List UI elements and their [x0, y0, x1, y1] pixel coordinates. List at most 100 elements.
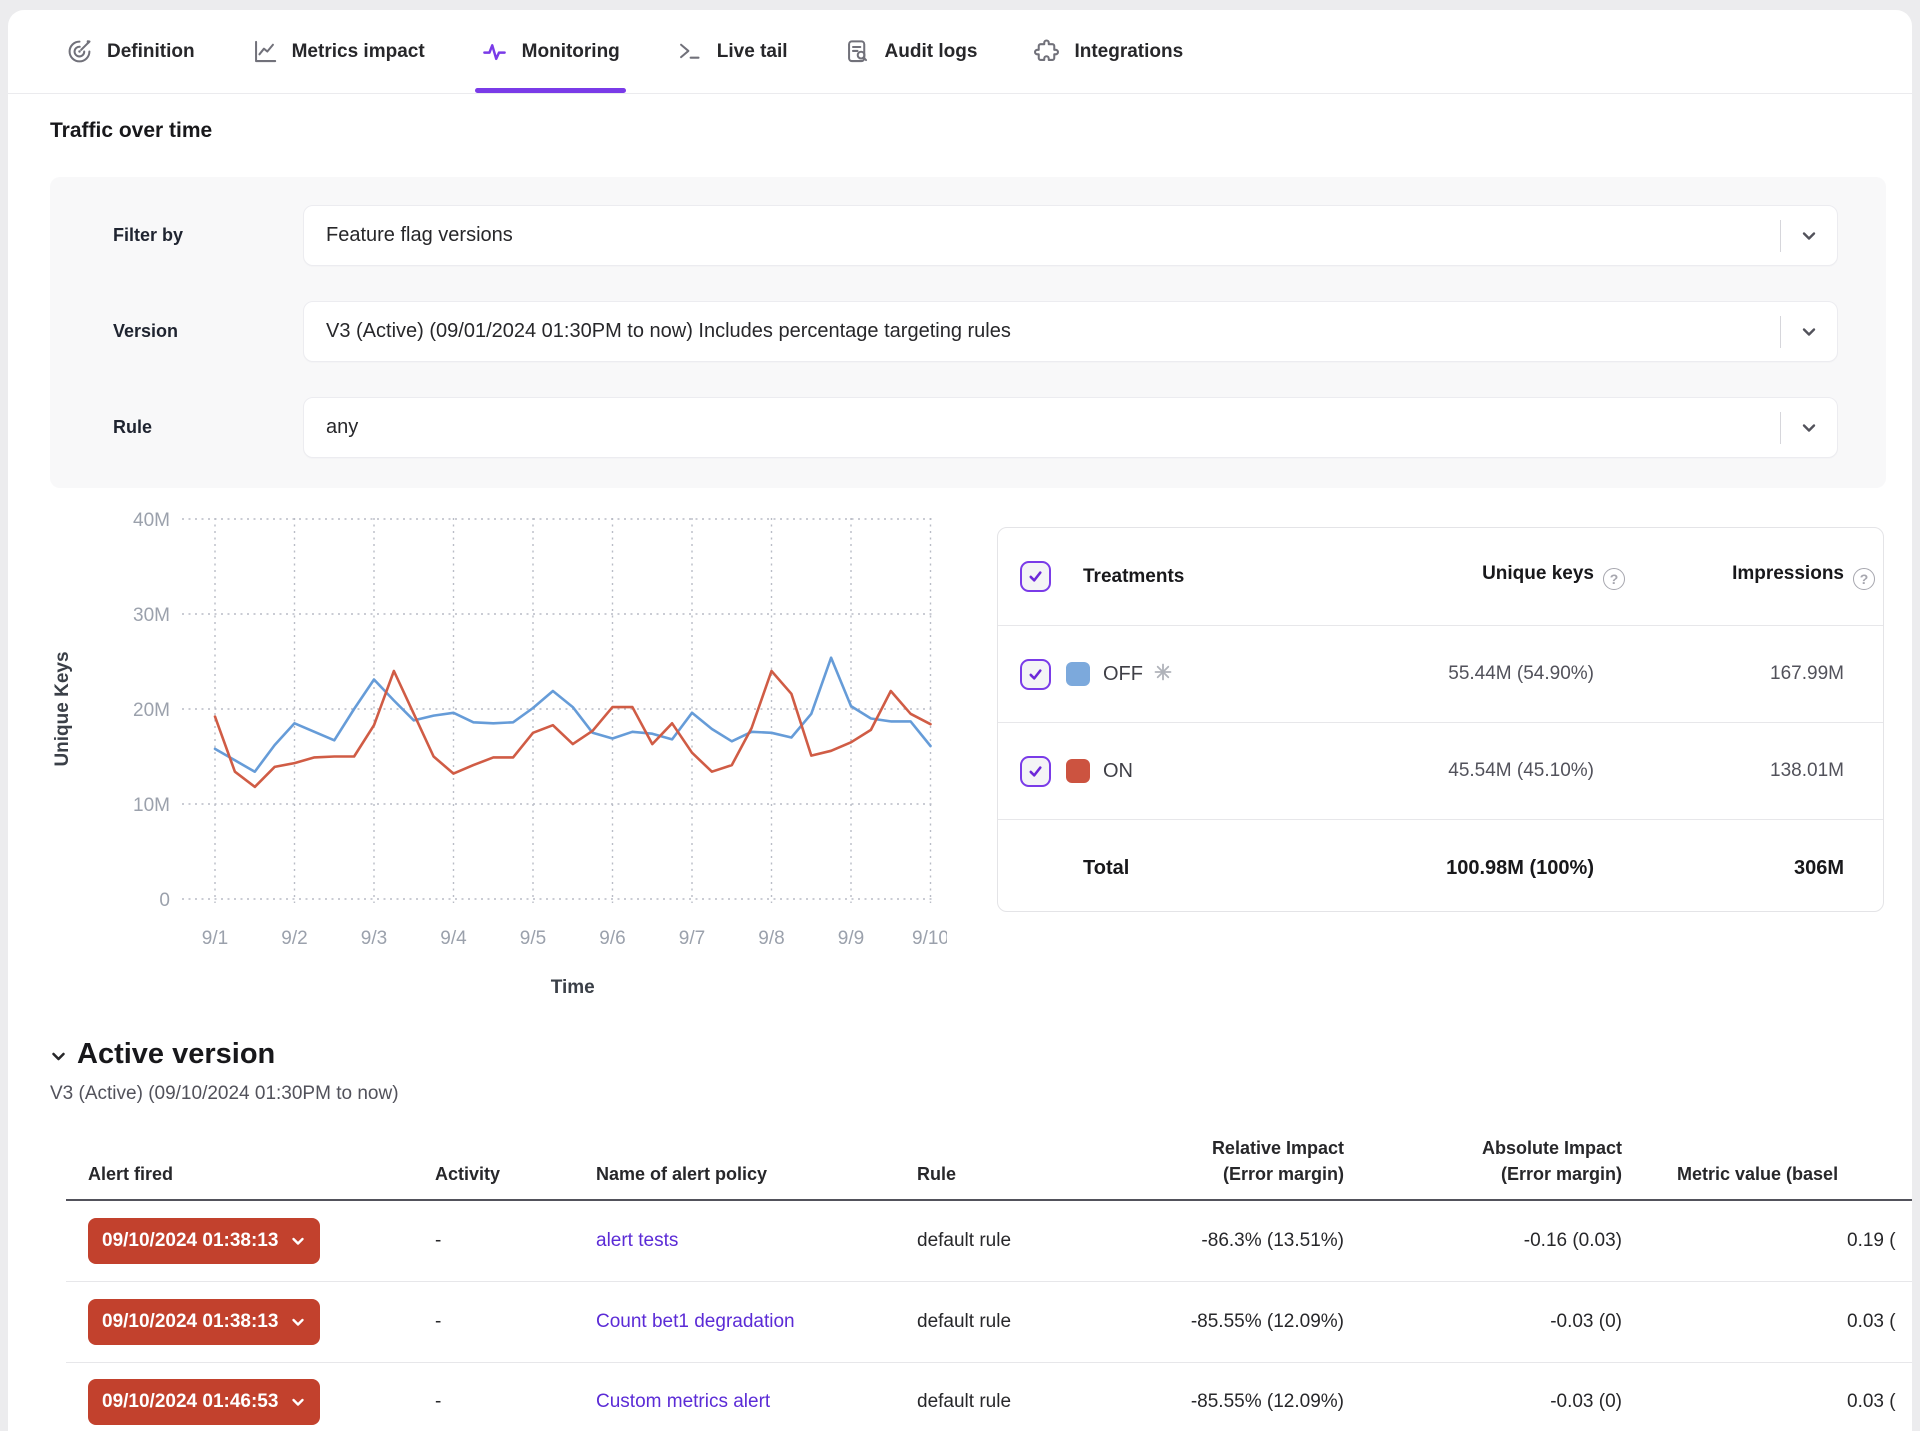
absolute-impact-cell: -0.03 (0) — [1344, 1311, 1622, 1333]
check-icon — [1026, 762, 1045, 781]
alert-row: 09/10/2024 01:46:53 - Custom metrics ale… — [66, 1363, 1912, 1431]
svg-text:20M: 20M — [133, 700, 170, 721]
rule-dropdown[interactable]: any — [303, 397, 1838, 458]
svg-text:0: 0 — [159, 890, 170, 911]
help-icon[interactable]: ? — [1603, 568, 1625, 590]
metric-value-cell: 0.19 ( — [1622, 1230, 1912, 1252]
tab-audit-logs[interactable]: Audit logs — [844, 10, 978, 93]
active-version-section: Active version V3 (Active) (09/10/2024 0… — [50, 1038, 1886, 1105]
check-icon — [1026, 665, 1045, 684]
relative-impact-cell: -85.55% (12.09%) — [1107, 1391, 1344, 1413]
metric-value-cell: 0.03 ( — [1622, 1391, 1912, 1413]
filter-by-value: Feature flag versions — [304, 224, 1780, 247]
impressions-column-header: Impressions — [1732, 563, 1844, 584]
rule-value: any — [304, 416, 1780, 439]
svg-text:9/2: 9/2 — [281, 928, 307, 949]
treatment-name: OFF — [1103, 663, 1143, 686]
chart-trend-icon — [251, 38, 278, 65]
total-label: Total — [1083, 857, 1129, 880]
active-version-toggle[interactable]: Active version — [50, 1038, 1886, 1071]
total-unique-keys: 100.98M (100%) — [1446, 857, 1594, 880]
off-checkbox[interactable] — [1020, 659, 1051, 690]
col-rule: Rule — [917, 1161, 1107, 1187]
svg-text:Time: Time — [551, 977, 595, 998]
relative-impact-cell: -86.3% (13.51%) — [1107, 1230, 1344, 1252]
svg-text:9/8: 9/8 — [758, 928, 784, 949]
col-absolute-impact: Absolute Impact(Error margin) — [1344, 1135, 1622, 1187]
alert-fired-badge[interactable]: 09/10/2024 01:38:13 — [88, 1218, 320, 1264]
tab-label: Audit logs — [885, 41, 978, 63]
col-policy-name: Name of alert policy — [596, 1161, 917, 1187]
alert-fired-badge[interactable]: 09/10/2024 01:46:53 — [88, 1379, 320, 1425]
filter-by-label: Filter by — [113, 225, 303, 246]
on-checkbox[interactable] — [1020, 756, 1051, 787]
default-treatment-icon — [1153, 662, 1173, 687]
rule-label: Rule — [113, 417, 303, 438]
treatments-total-row: Total 100.98M (100%) 306M — [998, 819, 1883, 916]
tab-live-tail[interactable]: Live tail — [676, 10, 788, 93]
impressions-value: 138.01M — [1770, 760, 1844, 782]
version-dropdown[interactable]: V3 (Active) (09/01/2024 01:30PM to now) … — [303, 301, 1838, 362]
active-version-subtitle: V3 (Active) (09/10/2024 01:30PM to now) — [50, 1083, 1886, 1105]
alert-policy-link[interactable]: Custom metrics alert — [596, 1391, 770, 1412]
tab-label: Integrations — [1074, 41, 1183, 63]
svg-text:9/4: 9/4 — [440, 928, 467, 949]
svg-text:Unique Keys: Unique Keys — [52, 651, 73, 766]
tab-metrics-impact[interactable]: Metrics impact — [251, 10, 425, 93]
metric-value-cell: 0.03 ( — [1622, 1311, 1912, 1333]
tab-label: Definition — [107, 41, 195, 63]
chevron-down-icon[interactable] — [1781, 225, 1837, 247]
chevron-down-icon[interactable] — [1781, 417, 1837, 439]
version-label: Version — [113, 321, 303, 342]
chevron-down-icon — [50, 1048, 67, 1065]
tab-monitoring[interactable]: Monitoring — [481, 10, 620, 93]
activity-cell: - — [435, 1311, 596, 1333]
treatments-header-row: Treatments Unique keys? Impressions? — [998, 528, 1883, 625]
treatment-row-off: OFF 55.44M (54.90%) 167.99M — [998, 625, 1883, 722]
pulse-icon — [481, 38, 508, 65]
filter-row-rule: Rule any — [113, 397, 1838, 458]
tab-definition[interactable]: Definition — [66, 10, 195, 93]
tab-label: Metrics impact — [292, 41, 425, 63]
filter-by-dropdown[interactable]: Feature flag versions — [303, 205, 1838, 266]
tab-label: Monitoring — [522, 41, 620, 63]
alert-fired-badge[interactable]: 09/10/2024 01:38:13 — [88, 1299, 320, 1345]
svg-text:9/7: 9/7 — [679, 928, 705, 949]
select-all-checkbox[interactable] — [1020, 561, 1051, 592]
absolute-impact-cell: -0.16 (0.03) — [1344, 1230, 1622, 1252]
col-activity: Activity — [435, 1161, 596, 1187]
tab-integrations[interactable]: Integrations — [1033, 10, 1183, 93]
svg-text:9/6: 9/6 — [599, 928, 625, 949]
terminal-icon — [676, 38, 703, 65]
alert-policy-link[interactable]: alert tests — [596, 1230, 678, 1251]
svg-text:9/3: 9/3 — [361, 928, 387, 949]
impressions-value: 167.99M — [1770, 663, 1844, 685]
check-icon — [1026, 567, 1045, 586]
rule-cell: default rule — [917, 1311, 1107, 1333]
absolute-impact-cell: -0.03 (0) — [1344, 1391, 1622, 1413]
col-metric-value: Metric value (basel — [1622, 1161, 1912, 1187]
alerts-table: Alert fired Activity Name of alert polic… — [66, 1135, 1912, 1431]
version-value: V3 (Active) (09/01/2024 01:30PM to now) … — [304, 320, 1780, 343]
treatment-name: ON — [1103, 760, 1133, 783]
help-icon[interactable]: ? — [1853, 568, 1875, 590]
section-title: Traffic over time — [50, 119, 1886, 143]
target-edit-icon — [66, 38, 93, 65]
col-alert-fired: Alert fired — [88, 1161, 435, 1187]
treatments-column-header: Treatments — [1083, 566, 1184, 588]
filter-row-version: Version V3 (Active) (09/01/2024 01:30PM … — [113, 301, 1838, 362]
svg-text:9/9: 9/9 — [838, 928, 864, 949]
svg-text:10M: 10M — [133, 795, 170, 816]
page-content: Traffic over time Filter by Feature flag… — [8, 119, 1912, 1431]
unique-keys-value: 45.54M (45.10%) — [1448, 760, 1594, 782]
chevron-down-icon — [290, 1314, 306, 1330]
active-version-title: Active version — [77, 1038, 275, 1071]
unique-keys-value: 55.44M (54.90%) — [1448, 663, 1594, 685]
svg-text:9/1: 9/1 — [202, 928, 228, 949]
tab-bar: Definition Metrics impact Monitoring Liv… — [8, 10, 1912, 94]
on-color-swatch — [1066, 759, 1090, 783]
alert-policy-link[interactable]: Count bet1 degradation — [596, 1311, 795, 1332]
chart-row: 010M20M30M40M9/19/29/39/49/59/69/79/89/9… — [42, 512, 1886, 1012]
chevron-down-icon[interactable] — [1781, 321, 1837, 343]
document-search-icon — [844, 38, 871, 65]
